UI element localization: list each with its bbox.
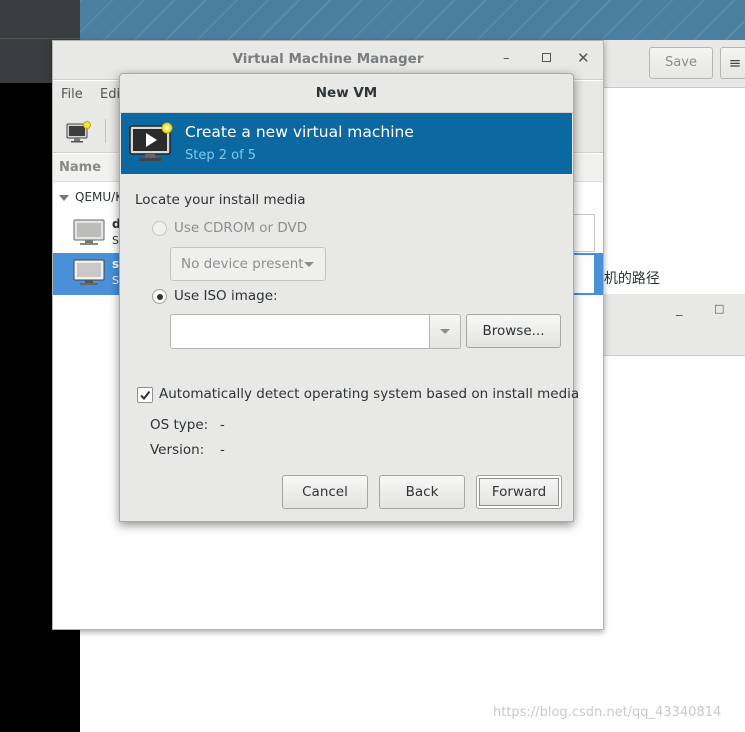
- hamburger-menu-icon[interactable]: ≡: [720, 47, 745, 79]
- iso-history-dropdown[interactable]: [429, 314, 461, 349]
- desktop-wallpaper: [80, 0, 745, 40]
- new-vm-dialog: New VM Create a new virtual machine Step…: [119, 73, 579, 522]
- background-maximize-icon[interactable]: □: [714, 302, 724, 315]
- cancel-button[interactable]: Cancel: [282, 475, 368, 509]
- cdrom-radio-label[interactable]: Use CDROM or DVD: [174, 220, 307, 236]
- close-icon[interactable]: ✕: [577, 49, 590, 67]
- background-input-edge: [571, 254, 595, 294]
- chevron-down-icon: [440, 329, 450, 334]
- iso-path-input[interactable]: [170, 314, 430, 349]
- forward-button[interactable]: Forward: [476, 475, 562, 509]
- chevron-down-icon: [304, 262, 314, 267]
- auto-detect-checkbox[interactable]: [137, 387, 153, 403]
- vm-state: S: [112, 234, 119, 247]
- background-save-button[interactable]: Save: [649, 47, 713, 79]
- version-label: Version:: [150, 442, 205, 458]
- auto-detect-label[interactable]: Automatically detect operating system ba…: [159, 386, 579, 402]
- wizard-step: Step 2 of 5: [185, 148, 257, 163]
- os-type-label: OS type:: [150, 417, 209, 433]
- cdrom-radio[interactable]: [152, 221, 167, 236]
- expander-icon[interactable]: [59, 194, 69, 201]
- back-button[interactable]: Back: [379, 475, 465, 509]
- menu-file[interactable]: File: [61, 87, 83, 102]
- os-type-value: -: [220, 417, 225, 433]
- watermark: https://blog.csdn.net/qq_43340814: [493, 705, 722, 720]
- iso-radio[interactable]: [152, 289, 167, 304]
- new-vm-wizard-icon: [129, 122, 175, 168]
- checkmark-icon: [140, 390, 151, 401]
- dialog-title: New VM: [315, 85, 378, 101]
- dialog-titlebar: New VM: [120, 74, 573, 113]
- connection-group[interactable]: QEMU/K: [59, 190, 123, 204]
- maximize-icon[interactable]: [542, 53, 551, 62]
- virt-manager-title: Virtual Machine Manager: [232, 51, 424, 67]
- vm-state: S: [112, 274, 119, 287]
- toolbar-separator: [105, 119, 106, 143]
- version-value: -: [220, 442, 225, 458]
- minimize-icon[interactable]: –: [503, 51, 510, 66]
- connection-label: QEMU/K: [75, 190, 124, 204]
- wizard-header: Create a new virtual machine Step 2 of 5: [121, 113, 572, 174]
- background-input-edge: [573, 214, 595, 252]
- vm-monitor-icon: [73, 259, 105, 291]
- background-path-label: l机的路径: [600, 271, 660, 287]
- iso-radio-label[interactable]: Use ISO image:: [174, 288, 278, 304]
- install-media-heading: Locate your install media: [135, 192, 306, 208]
- column-name-header[interactable]: Name: [59, 160, 101, 175]
- vm-monitor-icon: [73, 219, 105, 251]
- background-minimize-icon[interactable]: _: [676, 302, 683, 317]
- menu-edit[interactable]: Edi: [100, 87, 120, 102]
- cdrom-device-select[interactable]: No device present: [170, 247, 326, 281]
- wizard-title: Create a new virtual machine: [185, 123, 414, 141]
- cdrom-device-value: No device present: [181, 256, 304, 272]
- new-vm-icon[interactable]: [66, 121, 92, 147]
- browse-button[interactable]: Browse...: [466, 314, 561, 348]
